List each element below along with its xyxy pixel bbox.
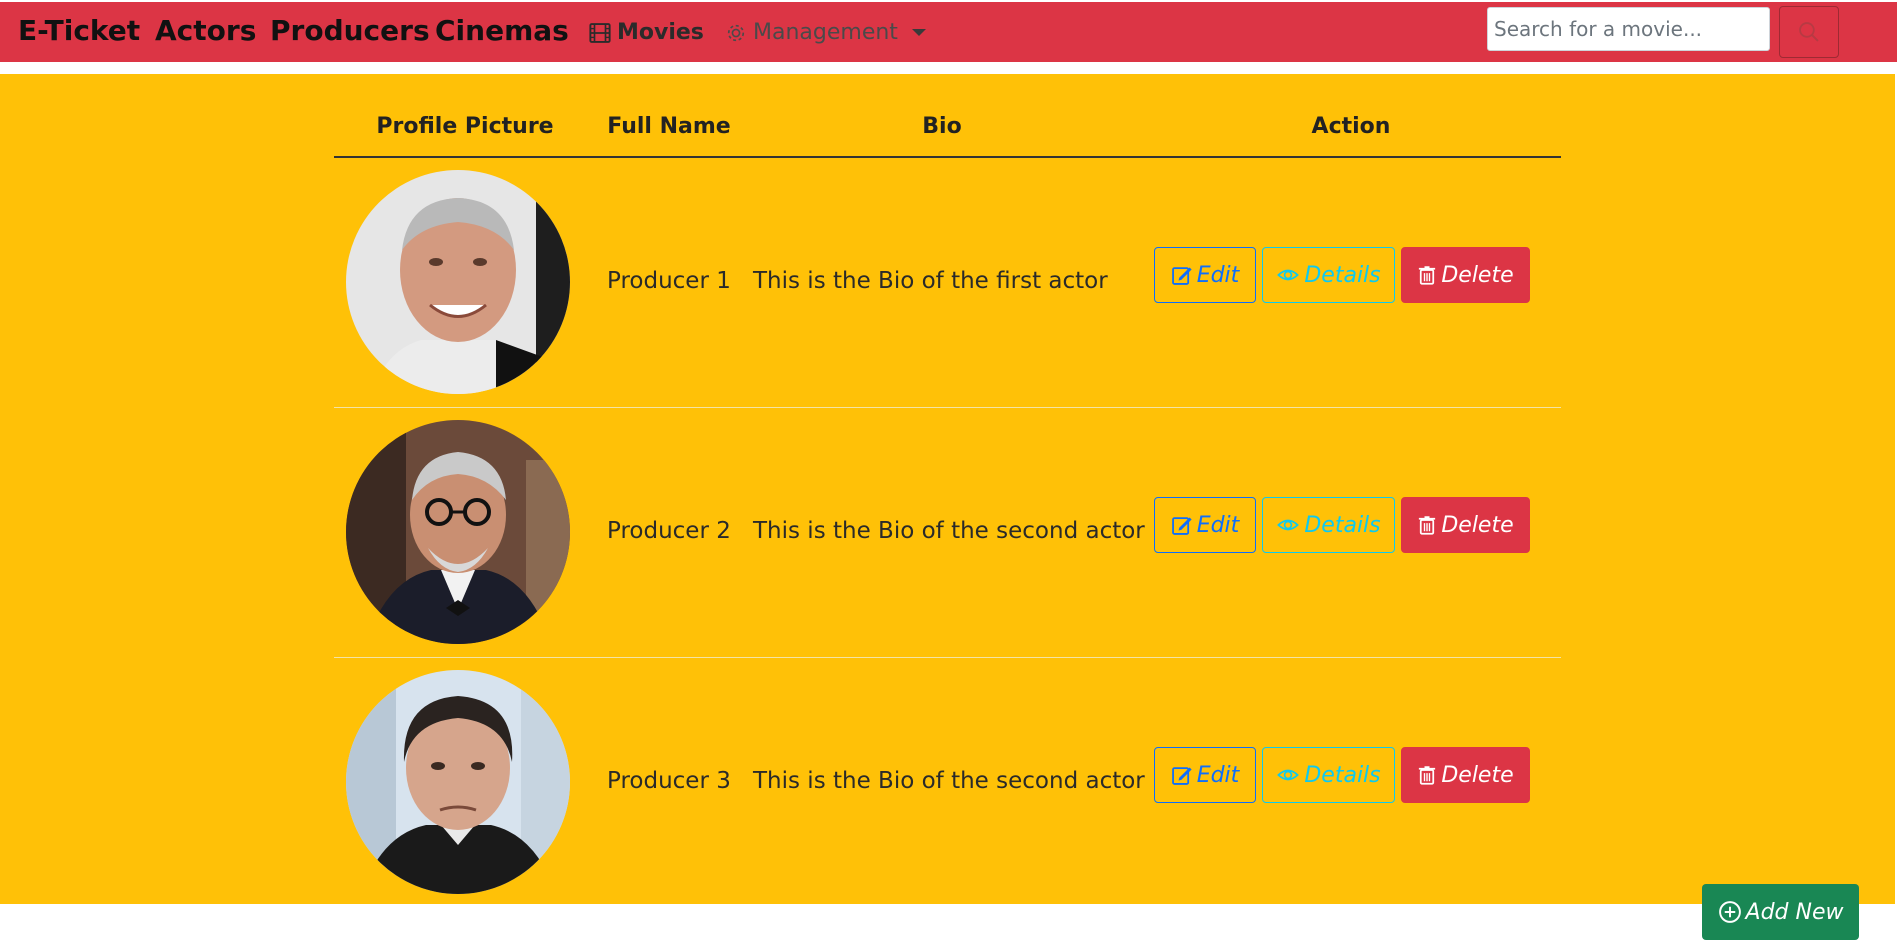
header-profile-picture: Profile Picture — [376, 114, 554, 139]
bio-cell: This is the Bio of the second actor — [753, 768, 1145, 794]
trash-icon — [1419, 516, 1436, 535]
delete-label: Delete — [1441, 512, 1514, 538]
avatar — [346, 420, 570, 644]
nav-movies-label: Movies — [617, 20, 704, 45]
edit-button[interactable]: Edit — [1154, 247, 1256, 303]
details-button[interactable]: Details — [1262, 497, 1395, 553]
producers-table: Profile Picture Full Name Bio Action Pro… — [334, 74, 1561, 908]
table-row: Producer 1 This is the Bio of the first … — [334, 158, 1561, 408]
add-new-button[interactable]: Add New — [1702, 884, 1859, 940]
brand-logo[interactable]: E-Ticket — [18, 14, 140, 47]
details-label: Details — [1304, 512, 1381, 538]
eye-icon — [1277, 519, 1300, 531]
caret-down-icon — [911, 29, 926, 36]
edit-button[interactable]: Edit — [1154, 747, 1256, 803]
edit-label: Edit — [1196, 262, 1240, 288]
trash-icon — [1419, 266, 1436, 285]
navbar: E-Ticket Actors Producers Cinemas Movies… — [0, 0, 1897, 62]
nav-actors[interactable]: Actors — [155, 14, 256, 47]
full-name-cell: Producer 2 — [607, 518, 731, 544]
film-icon — [589, 22, 611, 43]
trash-icon — [1419, 766, 1436, 785]
details-button[interactable]: Details — [1262, 747, 1395, 803]
search-button[interactable] — [1779, 6, 1839, 58]
avatar — [346, 670, 570, 894]
pencil-square-icon — [1171, 517, 1192, 535]
edit-label: Edit — [1196, 512, 1240, 538]
pencil-square-icon — [1171, 767, 1192, 785]
table-row: Producer 3 This is the Bio of the second… — [334, 658, 1561, 908]
delete-button[interactable]: Delete — [1401, 497, 1530, 553]
delete-label: Delete — [1441, 262, 1514, 288]
search-icon — [1799, 22, 1819, 42]
avatar — [346, 170, 570, 394]
main-content: Profile Picture Full Name Bio Action Pro… — [0, 74, 1895, 940]
edit-label: Edit — [1196, 762, 1240, 788]
header-action: Action — [1311, 114, 1391, 139]
delete-button[interactable]: Delete — [1401, 247, 1530, 303]
details-label: Details — [1304, 262, 1381, 288]
nav-producers[interactable]: Producers — [270, 14, 430, 47]
management-label: Management — [753, 20, 898, 45]
details-button[interactable]: Details — [1262, 247, 1395, 303]
delete-button[interactable]: Delete — [1401, 747, 1530, 803]
add-new-label: Add New — [1745, 899, 1844, 925]
eye-icon — [1277, 269, 1300, 281]
full-name-cell: Producer 3 — [607, 768, 731, 794]
management-dropdown[interactable]: Management — [725, 20, 926, 45]
nav-movies[interactable]: Movies — [589, 20, 704, 45]
full-name-cell: Producer 1 — [607, 268, 731, 294]
table-row: Producer 2 This is the Bio of the second… — [334, 408, 1561, 658]
gear-icon — [727, 24, 745, 41]
edit-button[interactable]: Edit — [1154, 497, 1256, 553]
pencil-square-icon — [1171, 267, 1192, 285]
delete-label: Delete — [1441, 762, 1514, 788]
bio-cell: This is the Bio of the second actor — [753, 518, 1145, 544]
header-full-name: Full Name — [607, 114, 731, 139]
bio-cell: This is the Bio of the first actor — [753, 268, 1108, 294]
nav-divider — [0, 62, 1897, 74]
nav-cinemas[interactable]: Cinemas — [435, 14, 569, 47]
details-label: Details — [1304, 762, 1381, 788]
table-header: Profile Picture Full Name Bio Action — [334, 74, 1561, 158]
eye-icon — [1277, 769, 1300, 781]
header-bio: Bio — [922, 114, 962, 139]
search-input[interactable] — [1487, 7, 1770, 51]
